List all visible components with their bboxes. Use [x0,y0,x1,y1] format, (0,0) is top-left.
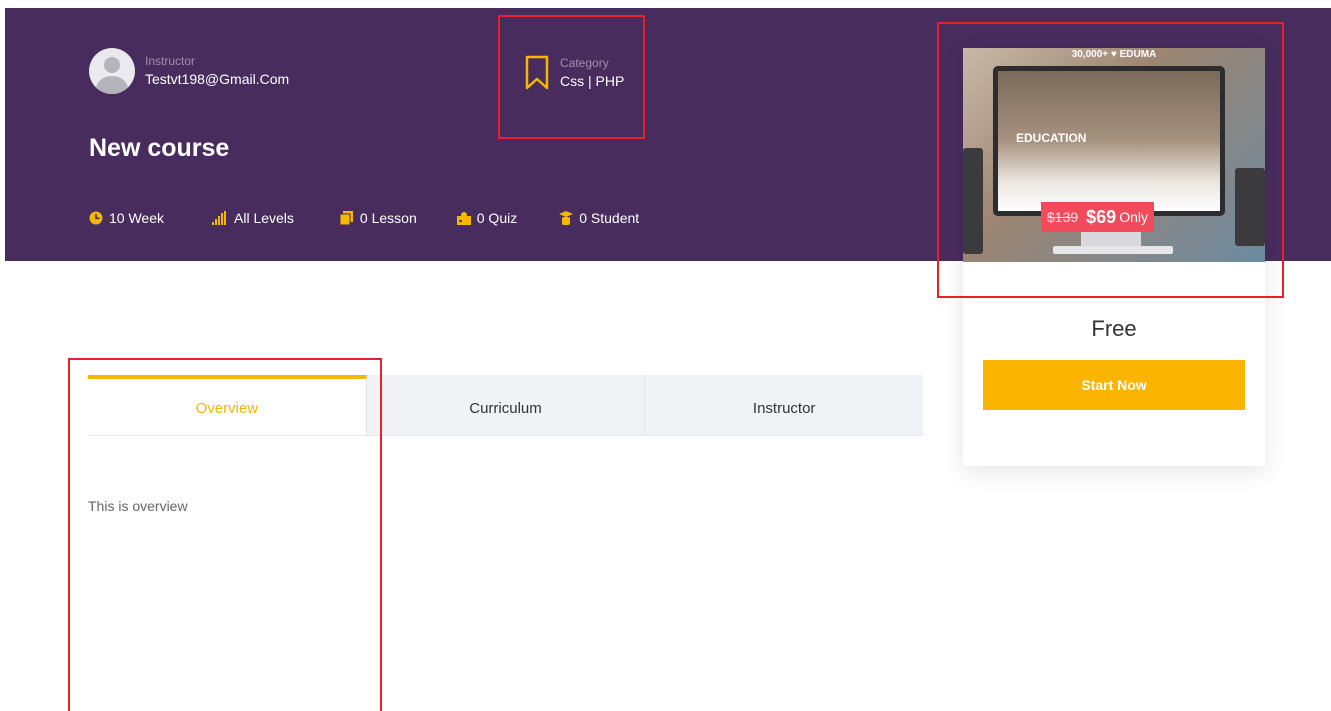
stat-duration: 10 Week [89,210,164,226]
monitor-base-shape [1053,246,1173,254]
category-meta: Category Css | PHP [560,55,624,91]
avatar-body-shape [96,76,128,94]
promo-new-price: $69 [1086,206,1117,227]
stat-quizzes: 0 Quiz [456,210,518,226]
stat-level-text: All Levels [234,210,294,226]
course-sidebar-card: 30,000+ ♥ EDUMA EDUCATION $139 $69 Only … [963,48,1265,466]
stat-lessons: 0 Lesson [339,210,417,226]
promo-top-text: 30,000+ ♥ EDUMA [1071,49,1157,60]
course-tabs: Overview Curriculum Instructor [88,375,923,436]
tab-curriculum[interactable]: Curriculum [367,375,646,435]
avatar[interactable] [89,48,135,94]
tab-instructor[interactable]: Instructor [645,375,923,435]
stat-level: All Levels [210,210,294,226]
tab-overview[interactable]: Overview [88,375,367,435]
instructor-meta: Instructor Testvt198@Gmail.Com [145,53,289,89]
clock-icon [89,211,103,225]
stat-duration-text: 10 Week [109,210,164,226]
bookmark-icon [525,55,549,90]
stat-students: 0 Student [559,210,639,226]
avatar-head-shape [104,57,120,73]
overview-content: This is overview [88,498,188,514]
files-icon [339,211,353,225]
promo-price-suffix: Only [1119,209,1148,225]
category-info: Category Css | PHP [524,55,624,91]
monitor-shape: EDUCATION [993,66,1225,216]
stat-quizzes-text: 0 Quiz [476,210,518,226]
category-label: Category [560,56,609,70]
category-value[interactable]: Css | PHP [560,71,624,91]
instructor-info: Instructor Testvt198@Gmail.Com [89,48,289,94]
screen-text: EDUCATION [1016,131,1087,145]
course-stats: 10 Week All Levels 0 Lesson 0 Quiz 0 Stu… [89,210,639,226]
instructor-label: Instructor [145,54,196,68]
monitor-screen: EDUCATION [998,71,1220,211]
phone-right-shape [1235,168,1265,246]
course-price: Free [1091,316,1137,341]
puzzle-icon [456,212,471,225]
signal-bars-icon [212,211,226,225]
course-title: New course [89,134,230,162]
phone-left-shape [963,148,983,254]
promo-old-price: $139 [1047,209,1079,225]
graduate-icon [559,211,574,225]
promo-image[interactable]: 30,000+ ♥ EDUMA EDUCATION $139 $69 Only [963,48,1265,262]
instructor-email[interactable]: Testvt198@Gmail.Com [145,69,289,89]
stat-lessons-text: 0 Lesson [359,210,417,226]
stat-students-text: 0 Student [579,210,640,226]
promo-price-tag: $139 $69 Only [1041,202,1154,232]
start-now-button[interactable]: Start Now [983,360,1245,410]
